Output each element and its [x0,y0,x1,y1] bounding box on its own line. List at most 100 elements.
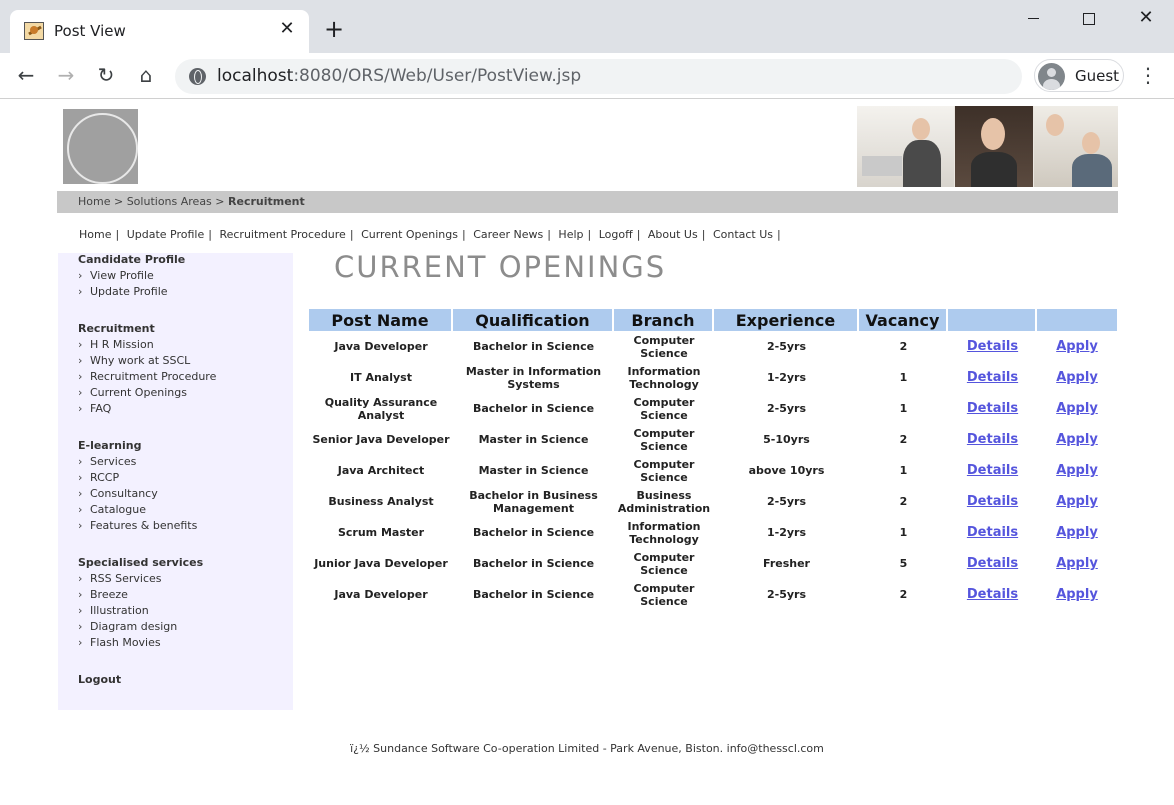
back-arrow-icon[interactable]: ← [14,63,38,87]
chevron-right-icon: › [78,604,83,617]
details-link[interactable]: Details [967,525,1018,540]
details-link[interactable]: Details [967,494,1018,509]
apply-link[interactable]: Apply [1056,556,1098,571]
banner-photo-3 [1034,106,1118,187]
sidebar-item-current-openings[interactable]: › Current Openings [78,386,187,399]
apply-link[interactable]: Apply [1056,587,1098,602]
nav-help[interactable]: Help [558,228,583,241]
chevron-right-icon: › [78,402,83,415]
sidebar-item-catalogue[interactable]: › Catalogue [78,503,146,516]
details-link[interactable]: Details [967,556,1018,571]
nav-about-us[interactable]: About Us [648,228,698,241]
home-icon[interactable]: ⌂ [134,63,158,87]
sidebar-item-flash-movies[interactable]: › Flash Movies [78,636,161,649]
url-text[interactable]: localhost:8080/ORS/Web/User/PostView.jsp [217,66,581,86]
forward-arrow-icon[interactable]: → [54,63,78,87]
breadcrumb: Home > Solutions Areas > Recruitment [57,191,1118,213]
site-info-icon[interactable] [189,68,206,85]
breadcrumb-home[interactable]: Home [78,195,110,208]
browser-toolbar: ← → ↻ ⌂ localhost:8080/ORS/Web/User/Post… [0,53,1174,99]
nav-recruitment-procedure[interactable]: Recruitment Procedure [219,228,345,241]
nav-current-openings[interactable]: Current Openings [361,228,458,241]
sidebar-item-rss-services[interactable]: › RSS Services [78,572,162,585]
banner-photo-2 [955,106,1033,187]
table-header-row: Post Name Qualification Branch Experienc… [309,309,1117,331]
details-link[interactable]: Details [967,339,1018,354]
cell-details: Details [948,362,1037,393]
table-row: Java Architect Master in Science Computer … [309,455,1117,486]
cell-qualification: Bachelor in Science [472,526,595,539]
window-close-icon[interactable]: ✕ [1131,8,1161,28]
cell-details: Details [948,486,1037,517]
cell-experience: 1-2yrs [766,526,806,539]
sidebar-item-consultancy[interactable]: › Consultancy [78,487,158,500]
details-link[interactable]: Details [967,463,1018,478]
sidebar-item-faq[interactable]: › FAQ [78,402,111,415]
reload-icon[interactable]: ↻ [94,63,118,87]
sidebar-item-breeze[interactable]: › Breeze [78,588,128,601]
chevron-right-icon: › [78,269,83,282]
nav-home[interactable]: Home [79,228,111,241]
sidebar-item-diagram-design[interactable]: › Diagram design [78,620,177,633]
profile-label: Guest [1075,67,1120,85]
nav-update-profile[interactable]: Update Profile [127,228,205,241]
address-bar[interactable]: localhost:8080/ORS/Web/User/PostView.jsp [175,59,1022,94]
chevron-right-icon: › [78,354,83,367]
sidebar-item-view-profile[interactable]: › View Profile [78,269,154,282]
cell-apply: Apply [1037,331,1117,362]
details-link[interactable]: Details [967,401,1018,416]
apply-link[interactable]: Apply [1056,525,1098,540]
openings-table: Post Name Qualification Branch Experienc… [309,309,1117,610]
site-logo [63,109,138,184]
table-row: Senior Java Developer Master in Science Co… [309,424,1117,455]
table-row: Quality Assurance Analyst Bachelor in Sci… [309,393,1117,424]
cell-experience: 1-2yrs [766,371,806,384]
window-minimize-icon[interactable] [1018,8,1048,28]
browser-tab[interactable]: Post View ✕ [10,10,309,53]
chevron-right-icon: › [78,455,83,468]
sidebar-item-update-profile[interactable]: › Update Profile [78,285,168,298]
nav-logoff[interactable]: Logoff [599,228,633,241]
sidebar-item-features-benefits[interactable]: › Features & benefits [78,519,197,532]
sidebar-item-recruitment-procedure[interactable]: › Recruitment Procedure [78,370,216,383]
sidebar-item-hr-mission[interactable]: › H R Mission [78,338,154,351]
apply-link[interactable]: Apply [1056,370,1098,385]
apply-link[interactable]: Apply [1056,339,1098,354]
new-tab-icon[interactable]: + [324,17,344,41]
profile-button[interactable]: Guest [1034,59,1124,92]
nav-contact-us[interactable]: Contact Us [713,228,773,241]
cell-qualification: Master in Science [478,433,589,446]
table-row: Business Analyst Bachelor in Business Man… [309,486,1117,517]
page-footer: ï¿½ Sundance Software Co-operation Limit… [350,742,824,755]
details-link[interactable]: Details [967,587,1018,602]
chevron-right-icon: › [78,386,83,399]
sidebar-heading-recruitment: Recruitment [78,322,155,335]
cell-vacancy: 1 [899,371,908,384]
sidebar-item-services[interactable]: › Services [78,455,136,468]
sidebar-item-why-work[interactable]: › Why work at SSCL [78,354,190,367]
cell-qualification: Bachelor in Business Management [469,488,598,515]
details-link[interactable]: Details [967,432,1018,447]
nav-career-news[interactable]: Career News [473,228,543,241]
cell-apply: Apply [1037,424,1117,455]
breadcrumb-solutions[interactable]: Solutions Areas [127,195,212,208]
cell-branch: Business Administration [617,488,711,515]
cell-apply: Apply [1037,517,1117,548]
cell-branch: Computer Science [633,426,695,453]
sidebar-item-rccp[interactable]: › RCCP [78,471,119,484]
apply-link[interactable]: Apply [1056,463,1098,478]
cell-details: Details [948,548,1037,579]
cell-apply: Apply [1037,579,1117,610]
apply-link[interactable]: Apply [1056,432,1098,447]
details-link[interactable]: Details [967,370,1018,385]
sidebar-item-illustration[interactable]: › Illustration [78,604,149,617]
browser-menu-icon[interactable]: ⋮ [1138,63,1158,87]
apply-link[interactable]: Apply [1056,494,1098,509]
window-maximize-icon[interactable] [1074,8,1104,28]
cell-details: Details [948,517,1037,548]
tab-close-icon[interactable]: ✕ [277,19,297,39]
cell-details: Details [948,393,1037,424]
sidebar-logout-link[interactable]: Logout [78,673,121,686]
apply-link[interactable]: Apply [1056,401,1098,416]
table-row: Java Developer Bachelor in Science Compute… [309,331,1117,362]
